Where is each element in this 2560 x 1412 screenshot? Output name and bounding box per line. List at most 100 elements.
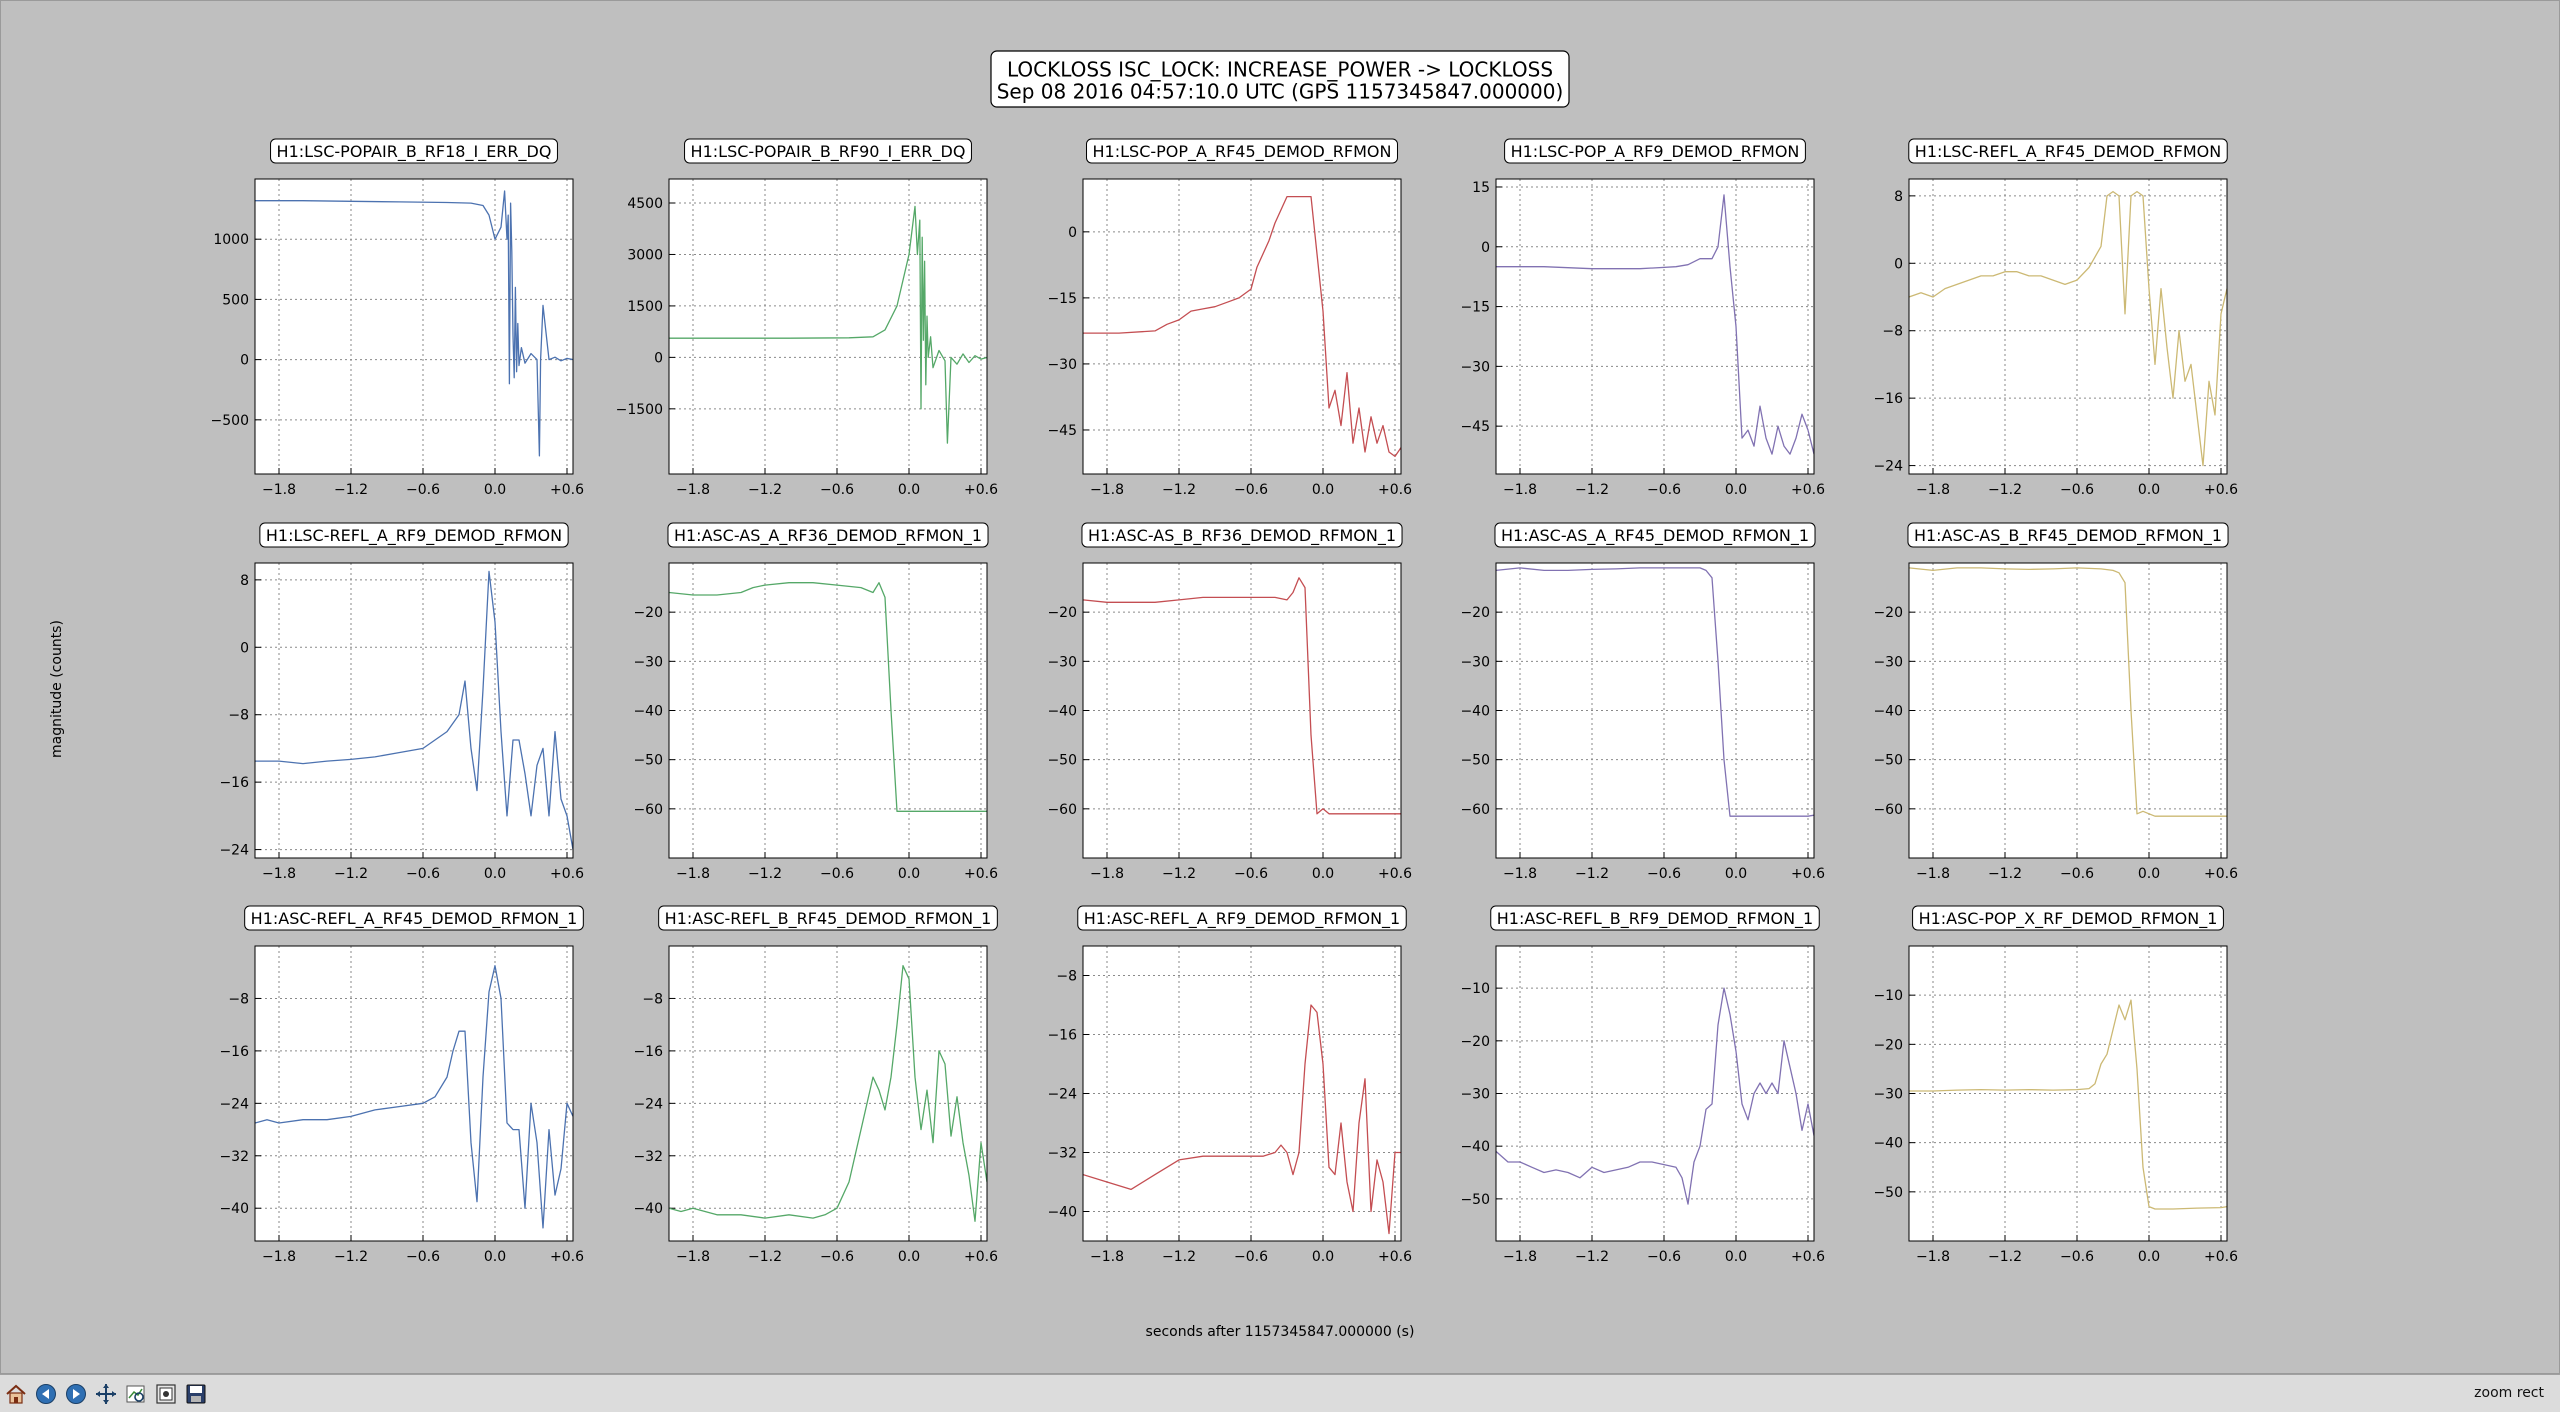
x-tick-label: 0.0 [898,482,920,498]
plot-area[interactable] [669,946,987,1241]
x-tick-label: −0.6 [1647,482,1681,498]
plot-area[interactable] [1909,179,2227,474]
save-button[interactable] [184,1382,208,1406]
x-tick-label: −1.8 [262,866,296,882]
x-tick-label: −1.8 [1090,482,1124,498]
y-tick-label: −16 [219,775,249,791]
subplots-button[interactable] [154,1382,178,1406]
subplot-10: −1.8 −1.2 −0.6 0.0 +0.6 −20 −30 −40 −50 −60 H1:ASC… [1873,522,2238,882]
subplot-6: −1.8 −1.2 −0.6 0.0 +0.6 8 0 −8 −16 −24 H1:LSC-REFL… [219,522,584,882]
y-tick-label: −45 [1047,423,1077,439]
subplot-title-text: H1:ASC-AS_B_RF36_DEMOD_RFMON_1 [1088,526,1396,546]
x-tick-label: −1.8 [1090,1249,1124,1265]
x-tick-label: −1.2 [1575,482,1609,498]
x-tick-label: −1.2 [1162,1249,1196,1265]
y-tick-label: −16 [219,1044,249,1060]
y-tick-label: −8 [1882,324,1903,340]
plot-area[interactable] [255,563,573,858]
subplot-title: H1:ASC-REFL_A_RF45_DEMOD_RFMON_1 [244,905,584,931]
y-tick-label: −30 [1460,1087,1490,1103]
pan-button[interactable] [94,1382,118,1406]
x-tick-label: −0.6 [820,482,854,498]
y-tick-label: −24 [219,1096,249,1112]
x-tick-label: 0.0 [2138,1249,2160,1265]
subplot-grid: −1.8 −1.2 −0.6 0.0 +0.610005000−500H1:LSC-PO… [211,138,2238,1265]
x-tick-label: +0.6 [550,866,584,882]
y-tick-label: 0 [240,353,249,369]
x-tick-label: 0.0 [1312,866,1334,882]
x-tick-label: −0.6 [406,482,440,498]
x-tick-label: +0.6 [2204,482,2238,498]
subplot-title: H1:LSC-POPAIR_B_RF18_I_ERR_DQ [270,138,558,164]
back-button[interactable] [34,1382,58,1406]
y-tick-label: 1500 [627,299,663,315]
x-tick-label: −1.8 [1916,866,1950,882]
y-tick-label: −15 [1460,300,1490,316]
subplots-icon [156,1384,176,1404]
subplot-title-text: H1:ASC-POP_X_RF_DEMOD_RFMON_1 [1919,909,2218,929]
forward-button[interactable] [64,1382,88,1406]
y-tick-label: −8 [1056,969,1077,985]
y-tick-label: −30 [633,654,663,670]
plot-area[interactable] [255,179,573,474]
x-tick-label: +0.6 [2204,1249,2238,1265]
x-tick-label: 0.0 [1312,482,1334,498]
home-icon [6,1384,26,1404]
x-tick-label: −0.6 [2060,866,2094,882]
x-tick-label: −1.2 [334,482,368,498]
x-tick-label: −1.8 [1090,866,1124,882]
x-tick-label: −0.6 [1234,866,1268,882]
y-tick-label: −40 [1047,704,1077,720]
arrow-right-icon [66,1384,86,1404]
x-tick-label: −1.8 [262,1249,296,1265]
subplot-3: −1.8 −1.2 −0.6 0.0 +0.6 0 −15 −30 −45 H1:LSC-POP_… [1047,138,1412,498]
zoom-button[interactable] [124,1382,148,1406]
y-tick-label: −24 [219,843,249,859]
x-tick-label: −1.8 [1503,482,1537,498]
y-tick-label: −10 [1460,981,1490,997]
y-tick-label: −16 [1047,1028,1077,1044]
subplot-title-text: H1:LSC-POP_A_RF45_DEMOD_RFMON [1093,142,1392,162]
figure-title: LOCKLOSS ISC_LOCK: INCREASE_POWER -> LOC… [990,50,1570,108]
subplot-9: −1.8 −1.2 −0.6 0.0 +0.6 −20 −30 −40 −50 −60 H1:ASC… [1460,522,1825,882]
y-tick-label: −40 [1047,1205,1077,1221]
y-tick-label: −500 [211,413,249,429]
subplot-title-text: H1:ASC-AS_B_RF45_DEMOD_RFMON_1 [1914,526,2222,546]
x-tick-label: 0.0 [1725,482,1747,498]
arrow-left-icon [36,1384,56,1404]
y-tick-label: 0 [1068,225,1077,241]
x-tick-label: −1.8 [676,482,710,498]
subplot-title: H1:LSC-REFL_A_RF45_DEMOD_RFMON [1908,138,2228,164]
x-tick-label: −0.6 [1234,1249,1268,1265]
y-tick-label: 1000 [213,232,249,248]
x-tick-label: +0.6 [1791,866,1825,882]
y-tick-label: −20 [1460,605,1490,621]
y-tick-label: −20 [1047,605,1077,621]
plot-area[interactable] [669,179,987,474]
subplot-title: H1:ASC-AS_B_RF45_DEMOD_RFMON_1 [1907,522,2229,548]
x-tick-label: −0.6 [1234,482,1268,498]
plot-area[interactable] [1496,179,1814,474]
y-tick-label: −8 [228,991,249,1007]
home-button[interactable] [4,1382,28,1406]
y-tick-label: −60 [1460,802,1490,818]
x-tick-label: −1.2 [748,866,782,882]
y-tick-label: 8 [1894,189,1903,205]
x-tick-label: −1.8 [676,1249,710,1265]
x-tick-label: 0.0 [484,482,506,498]
x-tick-label: 0.0 [898,866,920,882]
save-icon [186,1384,206,1404]
status-text: zoom rect [2474,1385,2544,1401]
y-tick-label: −50 [633,753,663,769]
subplot-title-text: H1:LSC-POPAIR_B_RF18_I_ERR_DQ [277,142,552,162]
x-tick-label: −1.2 [1575,1249,1609,1265]
y-tick-label: −40 [633,1201,663,1217]
y-tick-label: −30 [1873,1087,1903,1103]
x-tick-label: −1.2 [1988,866,2022,882]
x-tick-label: −0.6 [820,1249,854,1265]
y-tick-label: −8 [642,991,663,1007]
y-tick-label: −50 [1873,753,1903,769]
subplot-title: H1:ASC-AS_A_RF36_DEMOD_RFMON_1 [667,522,989,548]
x-tick-label: −0.6 [406,1249,440,1265]
y-tick-label: −24 [1873,459,1903,475]
